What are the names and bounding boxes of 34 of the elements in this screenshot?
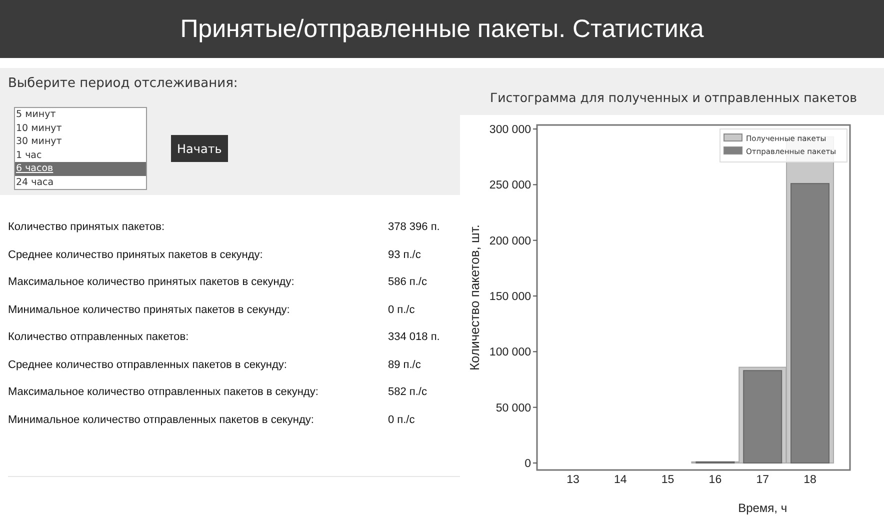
- x-tick-label: 18: [804, 474, 816, 486]
- y-tick-label: 0: [524, 458, 531, 470]
- stat-value: 93 п./с: [388, 248, 421, 262]
- x-tick-label: 15: [661, 474, 674, 486]
- stat-value: 586 п./с: [388, 276, 427, 290]
- stat-label: Максимальное количество принятых пакетов в секунду:: [8, 276, 296, 290]
- y-tick-label: 150 000: [489, 291, 531, 303]
- x-tick-label: 16: [708, 474, 722, 486]
- stat-value: 0 п./с: [388, 414, 415, 428]
- y-tick-label: 300 000: [489, 124, 531, 136]
- y-tick-label: 100 000: [489, 346, 531, 359]
- x-tick-label: 14: [614, 474, 627, 486]
- stat-label: Среднее количество принятых пакетов в секунду:: [8, 248, 264, 262]
- stat-label: Максимальное количество отправленных пакетов в секунду:: [8, 386, 320, 400]
- stat-label: Минимальное количество отправленных пакетов в секунду:: [8, 414, 315, 428]
- y-tick-label: 250 000: [489, 180, 531, 192]
- chart-title: Гистограмма для полученных и отправленных пакетов: [460, 68, 884, 115]
- stat-value: 378 396 п.: [388, 221, 440, 235]
- stat-value: 334 018 п.: [388, 331, 440, 345]
- stat-label: Среднее количество отправленных пакетов в секунду:: [8, 358, 288, 372]
- x-tick-label: 13: [566, 474, 580, 486]
- period-label: Выберите период отслеживания:: [8, 76, 239, 91]
- stat-value: 89 п./с: [388, 358, 421, 372]
- page-title: Принятые/отправленные пакеты. Статистика: [0, 0, 884, 58]
- stat-label: Количество принятых пакетов:: [8, 221, 166, 235]
- y-tick-label: 200 000: [489, 235, 531, 248]
- stat-value: 0 п./с: [388, 304, 415, 318]
- x-axis-title: Время, ч: [738, 501, 788, 515]
- stat-label: Количество отправленных пакетов:: [8, 331, 190, 345]
- y-tick-label: 50 000: [496, 402, 531, 414]
- stat-label: Минимальное количество принятых пакетов в секунду:: [8, 304, 291, 318]
- x-tick-label: 17: [756, 474, 769, 486]
- stat-value: 582 п./с: [388, 386, 427, 400]
- y-axis-title: Количество пакетов, шт.: [467, 224, 482, 371]
